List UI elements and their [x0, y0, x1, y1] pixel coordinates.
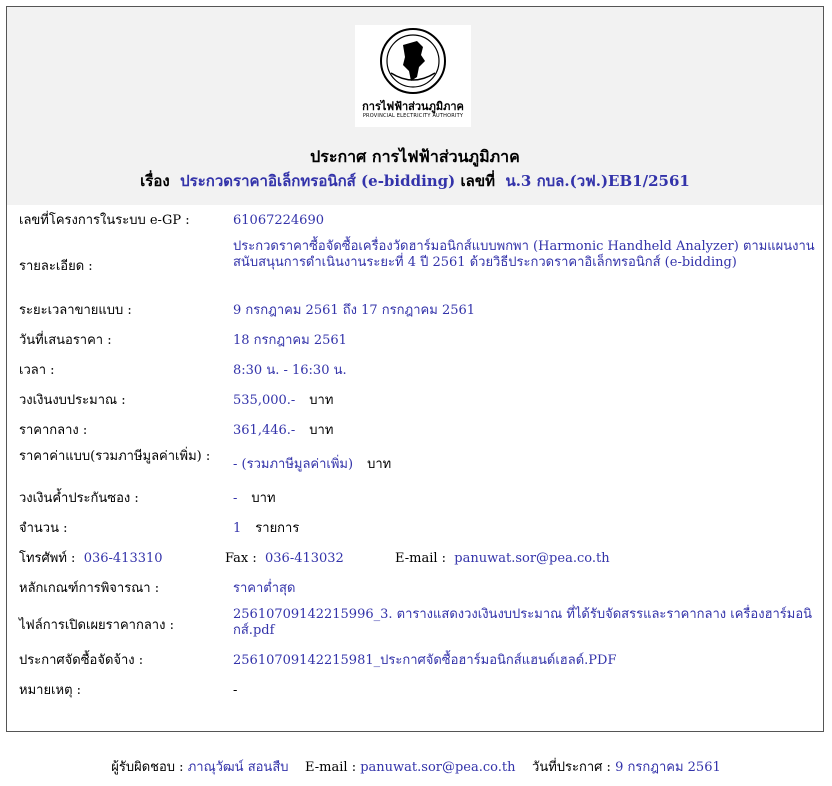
- email-label: E-mail :: [395, 551, 447, 566]
- description-value: ประกวดราคาซื้อจัดซื้อเครื่องวัดฮาร์มอนิก…: [233, 239, 815, 270]
- subject-label: เรื่อง: [140, 172, 170, 190]
- budget-label: วงเงินงบประมาณ :: [19, 393, 126, 408]
- doc-price-value: - (รวมภาษีมูลค่าเพิ่ม): [233, 457, 354, 472]
- disclosure-file-link[interactable]: 25610709142215996_3. ตารางแสดงวงเงินงบปร…: [233, 607, 819, 639]
- budget-value: 535,000.-: [233, 393, 296, 408]
- doc-price-unit: บาท: [367, 457, 392, 472]
- fax-value: 036-413032: [265, 551, 344, 566]
- description-label: รายละเอียด :: [19, 259, 93, 274]
- bid-date-label: วันที่เสนอราคา :: [19, 333, 112, 348]
- announcement-panel: การไฟฟ้าส่วนภูมิภาค PROVINCIAL ELECTRICI…: [6, 6, 824, 732]
- quantity-row: 1 รายการ: [233, 521, 819, 537]
- announcement-header: การไฟฟ้าส่วนภูมิภาค PROVINCIAL ELECTRICI…: [7, 7, 823, 205]
- project-id-label: เลขที่โครงการในระบบ e-GP :: [19, 213, 190, 228]
- time-value: 8:30 น. - 16:30 น.: [233, 363, 347, 378]
- email-row: E-mail : panuwat.sor@pea.co.th: [395, 551, 610, 567]
- note-value: -: [233, 683, 238, 698]
- subject-value: ประกวดราคาอิเล็กทรอนิกส์ (e-bidding): [180, 172, 456, 190]
- criteria-value: ราคาต่ำสุด: [233, 581, 296, 596]
- guarantee-row: - บาท: [233, 491, 819, 507]
- criteria-label: หลักเกณฑ์การพิจารณา :: [19, 581, 160, 596]
- note-label: หมายเหตุ :: [19, 683, 82, 698]
- page-title: ประกาศ การไฟฟ้าส่วนภูมิภาค: [310, 147, 520, 166]
- logo-name-english: PROVINCIAL ELECTRICITY AUTHORITY: [362, 113, 464, 119]
- sale-period-label: ระยะเวลาขายแบบ :: [19, 303, 132, 318]
- median-price-row: 361,446.- บาท: [233, 423, 819, 439]
- pea-logo: การไฟฟ้าส่วนภูมิภาค PROVINCIAL ELECTRICI…: [355, 25, 471, 127]
- fax-row: Fax : 036-413032: [225, 551, 344, 567]
- quantity-unit: รายการ: [255, 521, 300, 536]
- budget-unit: บาท: [309, 393, 334, 408]
- doc-price-row: - (รวมภาษีมูลค่าเพิ่ม) บาท: [233, 457, 819, 473]
- median-price-unit: บาท: [309, 423, 334, 438]
- contact-row: โทรศัพท์ : 036-413310: [19, 551, 163, 567]
- footer-email-label: E-mail :: [305, 760, 357, 775]
- project-id-value: 61067224690: [233, 213, 324, 228]
- subject-line: เรื่อง ประกวดราคาอิเล็กทรอนิกส์ (e-biddi…: [7, 169, 823, 193]
- announcement-file-link[interactable]: 25610709142215981_ประกาศจัดซื้อฮาร์มอนิก…: [233, 653, 819, 669]
- phone-label: โทรศัพท์ :: [19, 551, 76, 566]
- median-price-label: ราคากลาง :: [19, 423, 88, 438]
- budget-row: 535,000.- บาท: [233, 393, 819, 409]
- bid-date-value: 18 กรกฎาคม 2561: [233, 333, 347, 348]
- date-value: 9 กรกฎาคม 2561: [615, 760, 721, 775]
- fax-label: Fax :: [225, 551, 257, 566]
- pea-emblem-icon: [380, 28, 446, 94]
- guarantee-unit: บาท: [251, 491, 276, 506]
- guarantee-value: -: [233, 491, 238, 506]
- disclosure-file-label: ไฟล์การเปิดเผยราคากลาง :: [19, 618, 174, 633]
- footer-email-link[interactable]: panuwat.sor@pea.co.th: [360, 760, 515, 775]
- phone-value: 036-413310: [83, 551, 163, 566]
- quantity-label: จำนวน :: [19, 521, 68, 536]
- email-link[interactable]: panuwat.sor@pea.co.th: [454, 551, 609, 566]
- quantity-value: 1: [233, 521, 242, 536]
- date-label: วันที่ประกาศ :: [532, 760, 611, 775]
- announcement-label: ประกาศจัดซื้อจัดจ้าง :: [19, 653, 144, 668]
- number-label: เลขที่: [460, 172, 495, 190]
- responsible-value: ภาณุวัฒน์ สอนสืบ: [187, 760, 289, 775]
- responsible-label: ผู้รับผิดชอบ :: [111, 760, 184, 775]
- announcement-footer: ผู้รับผิดชอบ : ภาณุวัฒน์ สอนสืบ E-mail :…: [0, 756, 832, 777]
- doc-price-label: ราคาค่าแบบ(รวมภาษีมูลค่าเพิ่ม) :: [19, 449, 211, 464]
- time-label: เวลา :: [19, 363, 55, 378]
- guarantee-label: วงเงินค้ำประกันซอง :: [19, 491, 139, 506]
- number-value: น.3 กบล.(วฟ.)EB1/2561: [505, 172, 690, 190]
- sale-period-value: 9 กรกฎาคม 2561 ถึง 17 กรกฎาคม 2561: [233, 303, 476, 318]
- median-price-value: 361,446.-: [233, 423, 296, 438]
